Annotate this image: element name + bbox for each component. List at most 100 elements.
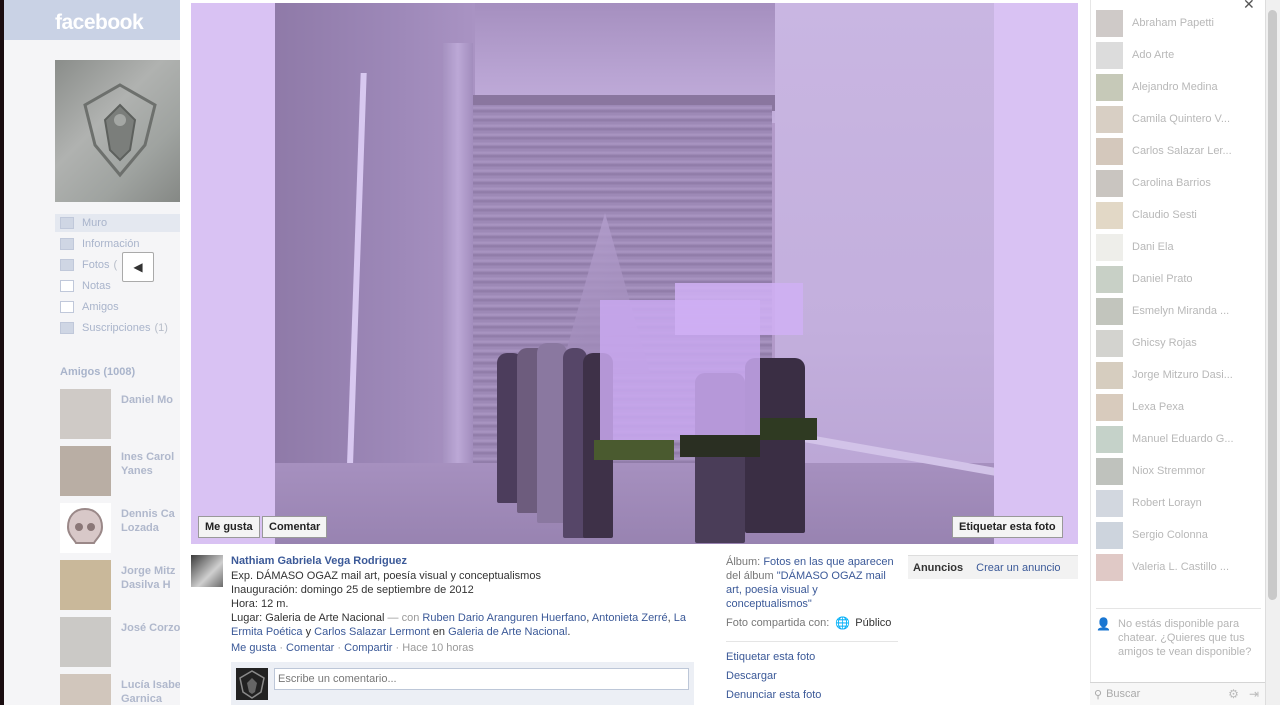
chat-contact[interactable]: Camila Quintero V... [1096,105,1261,133]
chat-contact[interactable]: Lexa Pexa [1096,393,1261,421]
scrollbar-thumb[interactable] [1268,10,1277,600]
chat-contact[interactable]: Carlos Salazar Ler... [1096,137,1261,165]
contact-avatar [1096,489,1123,517]
share-link[interactable]: Compartir [344,642,392,654]
contact-avatar [1096,297,1123,325]
friend-item[interactable]: Lucía Isabe Garnica [60,674,181,705]
chat-search-input[interactable]: Buscar [1106,688,1228,700]
friend-item[interactable]: Dennis Ca Lozada [60,503,180,555]
friend-name: Ines Carol Yanes [121,451,175,477]
friend-avatar [60,446,111,496]
tag-photo-link[interactable]: Etiquetar esta foto [726,651,815,663]
contact-avatar [1096,361,1123,389]
caption-text: — con [387,612,420,624]
arrow-left-icon: ◀ [133,260,143,274]
contact-avatar [1096,329,1123,357]
contact-avatar [1096,265,1123,293]
chat-contact[interactable]: Valeria L. Castillo ... [1096,553,1261,581]
profile-picture[interactable] [55,60,180,202]
contact-name: Abraham Papetti [1132,17,1214,29]
contact-name: Claudio Sesti [1132,209,1197,221]
nav-informacion[interactable]: Información [60,235,180,253]
privacy-value[interactable]: Público [855,617,891,629]
chat-contact[interactable]: Alejandro Medina [1096,73,1261,101]
caption-line: Hora: 12 m. [231,598,289,610]
nav-label: Fotos [82,259,110,271]
contact-avatar [1096,137,1123,165]
photo-caption: Exp. DÁMASO OGAZ mail art, poesía visual… [231,569,701,639]
tagged-person-link[interactable]: Antonieta Zerré [592,612,668,624]
place-link[interactable]: Galeria de Arte Nacional [448,626,567,638]
viewer-avatar [236,668,268,700]
chat-contact[interactable]: Ado Arte [1096,41,1261,69]
previous-photo-button[interactable]: ◀ [122,252,154,282]
chat-contact[interactable]: Carolina Barrios [1096,169,1261,197]
contact-avatar [1096,457,1123,485]
photo-comment-button[interactable]: Comentar [262,516,328,538]
caption-line: Exp. DÁMASO OGAZ mail art, poesía visual… [231,570,541,582]
contact-name: Jorge Mitzuro Dasi... [1132,369,1233,381]
chat-contact[interactable]: Abraham Papetti [1096,9,1261,37]
contact-avatar [1096,553,1123,581]
comment-link[interactable]: Comentar [286,642,334,654]
photo-artifact [760,418,817,440]
report-photo-link[interactable]: Denunciar esta foto [726,689,821,701]
contact-name: Niox Stremmor [1132,465,1206,477]
tagged-person-link[interactable]: Ruben Dario Aranguren Huerfano [422,612,586,624]
friend-item[interactable]: Daniel Mo [60,389,180,441]
search-icon: ⚲ [1094,688,1103,701]
popout-icon[interactable]: ⇥ [1249,687,1259,701]
photo-blurred-region [675,283,803,335]
friend-item[interactable]: Jorge Mitz Dasilva H [60,560,180,612]
post-timestamp[interactable]: Hace 10 horas [402,642,474,654]
caption-text: Lugar: Galeria de Arte Nacional [231,612,385,624]
friend-item[interactable]: Ines Carol Yanes [60,446,180,498]
chat-contact[interactable]: Sergio Colonna [1096,521,1261,549]
chat-contact[interactable]: Dani Ela [1096,233,1261,261]
chat-contact[interactable]: Niox Stremmor [1096,457,1261,485]
comment-input[interactable] [274,668,689,690]
chat-contact[interactable]: Ghicsy Rojas [1096,329,1261,357]
facebook-logo[interactable]: facebook [55,11,144,35]
contact-name: Carlos Salazar Ler... [1132,145,1232,157]
photo-artifact [680,435,760,457]
privacy-label: Foto compartida con: [726,617,830,629]
chat-contact[interactable]: Jorge Mitzuro Dasi... [1096,361,1261,389]
chat-contact[interactable]: Daniel Prato [1096,265,1261,293]
tagged-person-link[interactable]: Carlos Salazar Lermont [314,626,430,638]
chat-contact[interactable]: Robert Lorayn [1096,489,1261,517]
chat-contact[interactable]: Esmelyn Miranda ... [1096,297,1261,325]
friend-item[interactable]: José Corzo [60,617,180,669]
offline-text: No estás disponible para chatear. ¿Quier… [1118,618,1252,658]
nav-suscripciones[interactable]: Suscripciones (1) [60,319,180,337]
photo-floor [275,463,994,544]
nav-muro[interactable]: Muro [55,214,180,232]
friend-avatar [60,389,111,439]
globe-icon: 🌐 [835,616,851,630]
chat-contact[interactable]: Claudio Sesti [1096,201,1261,229]
like-link[interactable]: Me gusta [231,642,276,654]
friend-name: José Corzo [121,622,181,634]
nav-amigos[interactable]: Amigos [60,298,180,316]
nav-fotos[interactable]: Fotos ( [60,256,180,274]
separator: · [337,642,342,654]
tag-photo-button[interactable]: Etiquetar esta foto [952,516,1063,538]
gear-icon[interactable]: ⚙ [1228,687,1239,701]
owner-name-link[interactable]: Nathiam Gabriela Vega Rodriguez [231,555,407,567]
info-icon [60,238,74,250]
download-link[interactable]: Descargar [726,670,777,682]
ads-header: Anuncios Crear un anuncio [908,555,1078,579]
create-ad-link[interactable]: Crear un anuncio [976,562,1060,574]
friends-section-title[interactable]: Amigos (1008) [60,366,135,378]
owner-avatar[interactable] [191,555,223,587]
friend-avatar [60,503,111,553]
chat-offline-notice[interactable]: 👤 No estás disponible para chatear. ¿Qui… [1096,608,1261,659]
nav-notas[interactable]: Notas [60,277,180,295]
privacy-info: Foto compartida con: 🌐 Público [726,616,891,630]
skull-icon [66,507,104,544]
photo-like-button[interactable]: Me gusta [198,516,260,538]
photo-image[interactable] [275,3,994,544]
chat-contact[interactable]: Manuel Eduardo G... [1096,425,1261,453]
album-link[interactable]: Fotos en las que aparecen [763,556,893,568]
friend-name: Jorge Mitz Dasilva H [121,565,176,591]
